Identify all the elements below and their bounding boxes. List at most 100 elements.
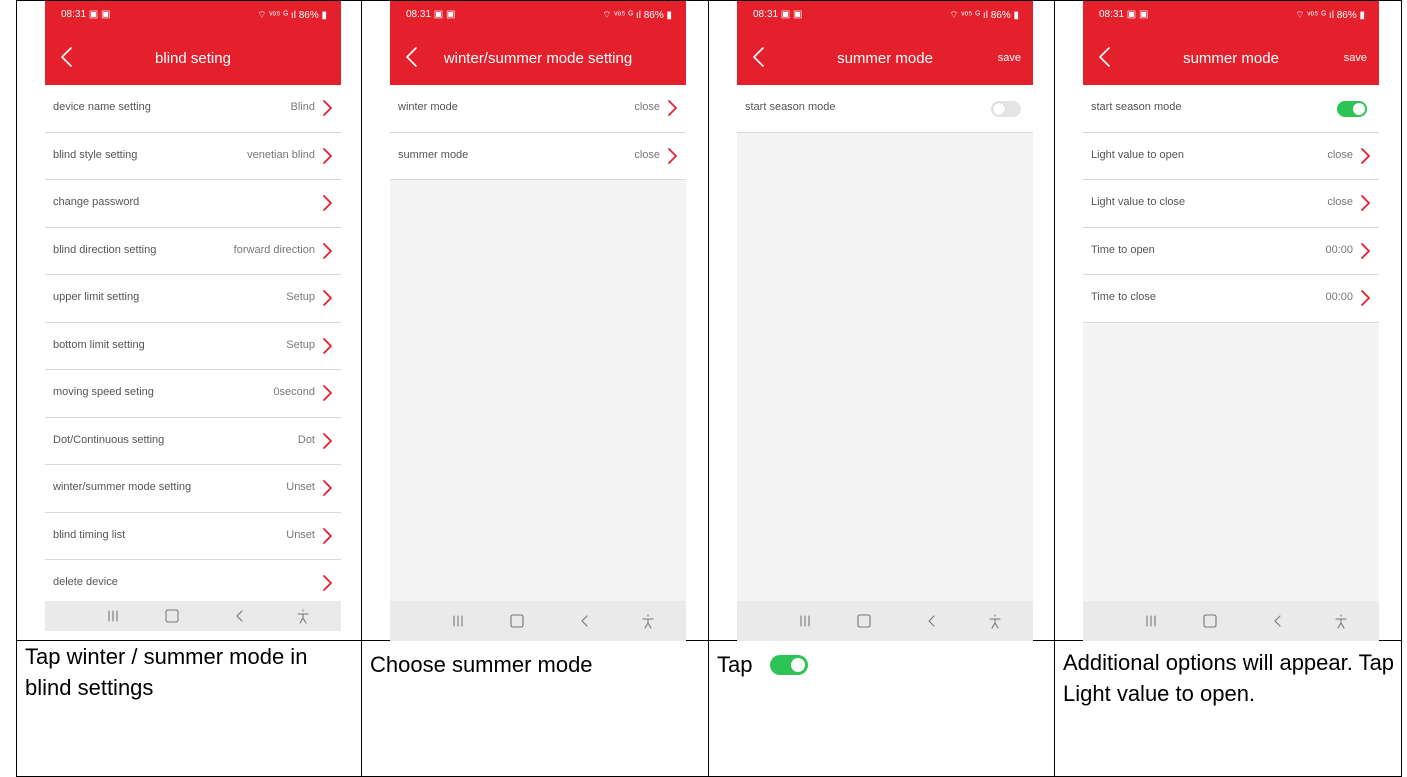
row-value: venetian blind bbox=[247, 148, 315, 161]
caption-cell-4: Additional options will appear. Tap Ligh… bbox=[1054, 640, 1402, 777]
save-button[interactable]: save bbox=[1344, 52, 1367, 64]
chevron-right-icon bbox=[666, 147, 678, 165]
recent-apps-icon[interactable] bbox=[105, 608, 121, 624]
settings-list: winter mode close summer mode close bbox=[390, 85, 686, 180]
settings-row[interactable]: winter/summer mode setting Unset bbox=[45, 465, 341, 513]
settings-row[interactable]: Light value to close close bbox=[1083, 180, 1379, 228]
settings-row[interactable]: start season mode bbox=[1083, 85, 1379, 133]
back-icon[interactable] bbox=[232, 608, 248, 624]
phone-screen-blind-setting: 08:31 ▣ ▣ ⌔ ᵛᵒ⁵ ᴳ ıl 86% ▮ blind seting dev… bbox=[45, 1, 341, 631]
screen-title: blind seting bbox=[155, 50, 231, 67]
settings-list: start season mode bbox=[737, 85, 1033, 133]
status-time: 08:31 ▣ ▣ bbox=[1099, 9, 1149, 20]
caption-cell-3: Tap bbox=[708, 640, 1055, 777]
row-label: change password bbox=[53, 196, 140, 208]
settings-row[interactable]: Dot/Continuous setting Dot bbox=[45, 417, 341, 465]
status-bar: 08:31 ▣ ▣ ⌔ ᵛᵒ⁵ ᴳ ıl 86% ▮ bbox=[45, 9, 341, 23]
row-label: bottom limit setting bbox=[53, 338, 145, 351]
recent-apps-icon[interactable] bbox=[1143, 613, 1159, 629]
row-label: summer mode bbox=[398, 148, 469, 161]
row-value: close bbox=[1327, 196, 1353, 208]
back-icon[interactable] bbox=[924, 613, 940, 629]
chevron-right-icon bbox=[1359, 147, 1371, 165]
screenshot-cell-2: 08:31 ▣ ▣ ⌔ ᵛᵒ⁵ ᴳ ıl 86% ▮ winter/summer m… bbox=[361, 0, 709, 641]
settings-row[interactable]: upper limit setting Setup bbox=[45, 275, 341, 323]
chevron-right-icon bbox=[1359, 242, 1371, 260]
status-bar: 08:31 ▣ ▣ ⌔ ᵛᵒ⁵ ᴳ ıl 86% ▮ bbox=[737, 9, 1033, 23]
row-value: 00:00 bbox=[1325, 243, 1353, 256]
settings-row[interactable]: Time to open 00:00 bbox=[1083, 227, 1379, 275]
settings-row[interactable]: blind direction setting forward direction bbox=[45, 227, 341, 275]
status-icons: ⌔ ᵛᵒ⁵ ᴳ ıl 86% ▮ bbox=[602, 10, 672, 21]
app-header: 08:31 ▣ ▣ ⌔ ᵛᵒ⁵ ᴳ ıl 86% ▮ summer mode save bbox=[1083, 1, 1379, 85]
screen-title: summer mode bbox=[1183, 50, 1279, 67]
home-icon[interactable] bbox=[164, 608, 180, 624]
row-value: 00:00 bbox=[1325, 291, 1353, 303]
instruction-table: 08:31 ▣ ▣ ⌔ ᵛᵒ⁵ ᴳ ıl 86% ▮ blind seting dev… bbox=[16, 0, 1402, 777]
back-arrow-icon[interactable] bbox=[57, 45, 79, 69]
back-arrow-icon[interactable] bbox=[749, 45, 771, 69]
accessibility-icon[interactable] bbox=[987, 613, 1003, 629]
back-arrow-icon[interactable] bbox=[402, 45, 424, 69]
row-label: device name setting bbox=[53, 101, 151, 113]
settings-row[interactable]: bottom limit setting Setup bbox=[45, 322, 341, 370]
android-nav-bar bbox=[390, 601, 686, 641]
settings-row[interactable]: moving speed seting 0second bbox=[45, 370, 341, 418]
back-arrow-icon[interactable] bbox=[1095, 45, 1117, 69]
app-header: 08:31 ▣ ▣ ⌔ ᵛᵒ⁵ ᴳ ıl 86% ▮ winter/summer m… bbox=[390, 1, 686, 85]
settings-list: device name setting Blind blind style sett… bbox=[45, 85, 341, 608]
settings-row[interactable]: blind style setting venetian blind bbox=[45, 132, 341, 180]
settings-row[interactable]: change password bbox=[45, 180, 341, 228]
accessibility-icon[interactable] bbox=[640, 613, 656, 629]
row-value: Setup bbox=[286, 338, 315, 351]
accessibility-icon[interactable] bbox=[1333, 613, 1349, 629]
row-label: start season mode bbox=[1091, 101, 1182, 113]
android-nav-bar bbox=[45, 601, 341, 631]
accessibility-icon[interactable] bbox=[295, 608, 311, 624]
settings-row[interactable]: Time to close 00:00 bbox=[1083, 275, 1379, 323]
row-value: Blind bbox=[290, 101, 315, 113]
row-value: Unset bbox=[286, 528, 315, 541]
home-icon[interactable] bbox=[856, 613, 872, 629]
settings-row[interactable]: device name setting Blind bbox=[45, 85, 341, 133]
chevron-right-icon bbox=[321, 337, 333, 355]
status-icons: ⌔ ᵛᵒ⁵ ᴳ ıl 86% ▮ bbox=[257, 10, 327, 21]
toggle-knob bbox=[1353, 103, 1365, 115]
settings-row[interactable]: Light value to open close bbox=[1083, 132, 1379, 180]
chevron-right-icon bbox=[1359, 289, 1371, 307]
android-nav-bar bbox=[737, 601, 1033, 641]
row-label: winter mode bbox=[398, 101, 458, 113]
chevron-right-icon bbox=[321, 527, 333, 545]
chevron-right-icon bbox=[321, 432, 333, 450]
row-label: Light value to open bbox=[1091, 148, 1184, 161]
row-value: 0second bbox=[273, 386, 315, 398]
recent-apps-icon[interactable] bbox=[797, 613, 813, 629]
status-icons: ⌔ ᵛᵒ⁵ ᴳ ıl 86% ▮ bbox=[949, 10, 1019, 21]
chevron-right-icon bbox=[321, 479, 333, 497]
phone-screen-summer-mode-off: 08:31 ▣ ▣ ⌔ ᵛᵒ⁵ ᴳ ıl 86% ▮ summer mode save… bbox=[737, 1, 1033, 641]
row-label: Dot/Continuous setting bbox=[53, 433, 165, 446]
nav-bar: summer mode save bbox=[1083, 43, 1379, 75]
chevron-right-icon bbox=[321, 194, 333, 212]
home-icon[interactable] bbox=[509, 613, 525, 629]
back-icon[interactable] bbox=[577, 613, 593, 629]
caption-3: Tap bbox=[717, 649, 1048, 680]
screenshot-cell-4: 08:31 ▣ ▣ ⌔ ᵛᵒ⁵ ᴳ ıl 86% ▮ summer mode save… bbox=[1054, 0, 1402, 641]
back-icon[interactable] bbox=[1270, 613, 1286, 629]
save-button[interactable]: save bbox=[998, 52, 1021, 64]
status-bar: 08:31 ▣ ▣ ⌔ ᵛᵒ⁵ ᴳ ıl 86% ▮ bbox=[1083, 9, 1379, 23]
settings-row[interactable]: start season mode bbox=[737, 85, 1033, 133]
android-nav-bar bbox=[1083, 601, 1379, 641]
settings-row[interactable]: winter mode close bbox=[390, 85, 686, 133]
nav-bar: summer mode save bbox=[737, 43, 1033, 75]
toggle-off-switch[interactable] bbox=[991, 101, 1021, 117]
row-label: Time to close bbox=[1091, 291, 1157, 303]
home-icon[interactable] bbox=[1202, 613, 1218, 629]
status-time: 08:31 ▣ ▣ bbox=[406, 9, 456, 20]
settings-row[interactable]: summer mode close bbox=[390, 132, 686, 180]
recent-apps-icon[interactable] bbox=[450, 613, 466, 629]
status-time: 08:31 ▣ ▣ bbox=[753, 9, 803, 20]
app-header: 08:31 ▣ ▣ ⌔ ᵛᵒ⁵ ᴳ ıl 86% ▮ summer mode save bbox=[737, 1, 1033, 85]
settings-row[interactable]: blind timing list Unset bbox=[45, 512, 341, 560]
toggle-on-switch[interactable] bbox=[1337, 101, 1367, 117]
